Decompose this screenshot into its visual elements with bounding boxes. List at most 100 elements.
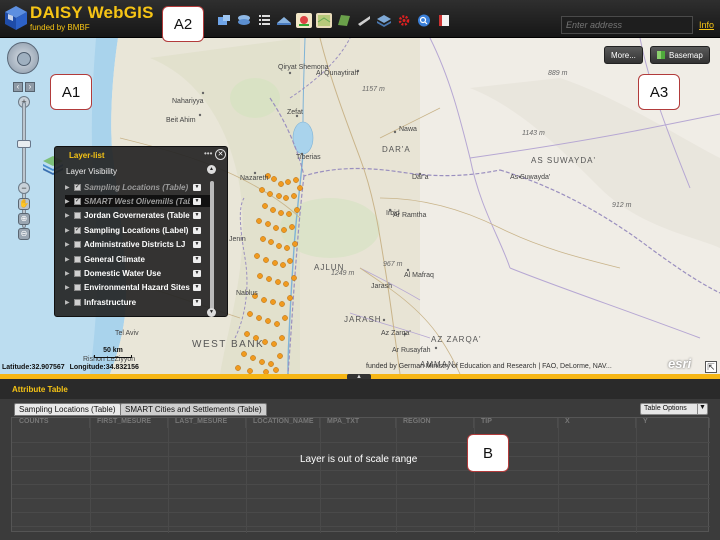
layer-menu-icon[interactable]: ▼: [193, 183, 201, 191]
layer-menu-icon[interactable]: ▼: [193, 197, 201, 205]
sampling-location-point[interactable]: [273, 367, 279, 373]
sampling-location-point[interactable]: [256, 315, 262, 321]
column-header[interactable]: X: [558, 418, 636, 428]
layer-menu-icon[interactable]: ▼: [193, 255, 201, 263]
sampling-location-point[interactable]: [270, 207, 276, 213]
layers-stack-icon[interactable]: [236, 13, 252, 28]
search-icon[interactable]: [416, 13, 432, 28]
sampling-location-point[interactable]: [250, 355, 256, 361]
sampling-location-point[interactable]: [276, 243, 282, 249]
expand-arrow-icon[interactable]: ▶: [65, 256, 71, 263]
sampling-location-point[interactable]: [278, 181, 284, 187]
layer-menu-icon[interactable]: ▼: [193, 212, 201, 220]
layer-row[interactable]: ▶ Infrastructure ▼: [65, 296, 213, 308]
layer-checkbox[interactable]: ✓: [74, 183, 81, 191]
scroll-up-icon[interactable]: ▲: [207, 165, 216, 174]
sampling-location-point[interactable]: [291, 275, 297, 281]
layer-menu-icon[interactable]: ▼: [193, 298, 201, 306]
column-header[interactable]: TIP: [474, 418, 558, 428]
sampling-location-point[interactable]: [259, 359, 265, 365]
sampling-location-point[interactable]: [287, 258, 293, 264]
sampling-location-point[interactable]: [254, 253, 260, 259]
sampling-location-point[interactable]: [281, 227, 287, 233]
layer-list-scrollbar[interactable]: [210, 181, 214, 311]
column-header[interactable]: LOCATION_NAME: [246, 418, 320, 428]
sampling-location-point[interactable]: [272, 260, 278, 266]
zoom-slider-handle[interactable]: [17, 140, 31, 148]
sampling-location-point[interactable]: [284, 245, 290, 251]
sampling-location-point[interactable]: [275, 279, 281, 285]
layer-checkbox[interactable]: ✓: [74, 197, 81, 205]
sampling-location-point[interactable]: [244, 331, 250, 337]
expand-arrow-icon[interactable]: ▶: [65, 299, 71, 306]
layer-checkbox[interactable]: [74, 241, 81, 249]
layer-row[interactable]: ▶ ✓ Sampling Locations (Label) ▼: [65, 224, 213, 236]
sampling-location-point[interactable]: [270, 299, 276, 305]
stack-icon[interactable]: [376, 13, 392, 28]
sampling-location-point[interactable]: [294, 207, 300, 213]
expand-arrow-icon[interactable]: ▶: [65, 241, 71, 248]
layer-checkbox[interactable]: [74, 255, 81, 263]
sampling-location-point[interactable]: [265, 318, 271, 324]
layer-menu-icon[interactable]: ▼: [193, 241, 201, 249]
sampling-location-point[interactable]: [283, 195, 289, 201]
sampling-location-point[interactable]: [276, 193, 282, 199]
overview-map-icon[interactable]: [336, 13, 352, 28]
zoom-out-box-icon[interactable]: ⊖: [18, 228, 30, 240]
table-options-dropdown[interactable]: Table Options ▼: [640, 403, 708, 415]
sampling-location-point[interactable]: [291, 193, 297, 199]
layer-list-menu-icon[interactable]: •••: [204, 149, 212, 158]
sampling-location-point[interactable]: [279, 335, 285, 341]
sampling-location-point[interactable]: [261, 297, 267, 303]
column-header[interactable]: Y: [636, 418, 710, 428]
sampling-location-point[interactable]: [280, 262, 286, 268]
sampling-location-point[interactable]: [268, 361, 274, 367]
sampling-location-point[interactable]: [247, 311, 253, 317]
layer-row[interactable]: ▶ Domestic Water Use ▼: [65, 267, 213, 279]
address-search-input[interactable]: [561, 16, 693, 34]
sampling-location-point[interactable]: [274, 321, 280, 327]
sampling-location-point[interactable]: [293, 177, 299, 183]
sampling-location-point[interactable]: [257, 273, 263, 279]
sampling-location-point[interactable]: [286, 211, 292, 217]
layer-row[interactable]: ▶ Jordan Governerates (Table) ▼: [65, 210, 213, 222]
column-header[interactable]: COUNTS: [12, 418, 90, 428]
sampling-location-point[interactable]: [262, 203, 268, 209]
draw-icon[interactable]: [356, 13, 372, 28]
info-link[interactable]: Info: [699, 20, 714, 30]
layer-checkbox[interactable]: [74, 284, 81, 292]
pan-hand-icon[interactable]: ✋: [18, 198, 30, 210]
sampling-location-point[interactable]: [247, 368, 253, 374]
settings-gear-icon[interactable]: [396, 13, 412, 28]
next-extent-button[interactable]: ›: [25, 82, 35, 92]
globe-icon[interactable]: [17, 52, 31, 66]
expand-arrow-icon[interactable]: ▶: [65, 270, 71, 277]
layer-checkbox[interactable]: ✓: [74, 226, 81, 234]
sampling-location-point[interactable]: [259, 187, 265, 193]
layer-menu-icon[interactable]: ▼: [193, 284, 201, 292]
sampling-location-point[interactable]: [260, 236, 266, 242]
sampling-location-point[interactable]: [278, 210, 284, 216]
sampling-location-point[interactable]: [263, 257, 269, 263]
identify-icon[interactable]: [216, 13, 232, 28]
resize-corner-icon[interactable]: ⇱: [705, 361, 717, 373]
sampling-location-point[interactable]: [277, 353, 283, 359]
sampling-location-point[interactable]: [285, 179, 291, 185]
sampling-location-point[interactable]: [282, 315, 288, 321]
zoom-out-button[interactable]: −: [18, 182, 30, 194]
pan-control[interactable]: [7, 42, 39, 74]
layer-row[interactable]: ▶ Administrative Districts LJ ▼: [65, 239, 213, 251]
layer-menu-icon[interactable]: ▼: [193, 226, 201, 234]
previous-extent-button[interactable]: ‹: [13, 82, 23, 92]
sampling-location-point[interactable]: [283, 281, 289, 287]
measure-icon[interactable]: [276, 13, 292, 28]
sampling-location-point[interactable]: [297, 185, 303, 191]
sampling-location-point[interactable]: [241, 351, 247, 357]
layer-menu-icon[interactable]: ▼: [193, 269, 201, 277]
print-icon[interactable]: [436, 13, 452, 28]
column-header[interactable]: REGION: [396, 418, 474, 428]
sampling-location-point[interactable]: [287, 295, 293, 301]
sampling-location-point[interactable]: [265, 221, 271, 227]
column-header[interactable]: MPA_TXT: [320, 418, 396, 428]
layer-row[interactable]: ▶ ✓ SMART West Olivemills (Table) ▼: [65, 195, 213, 208]
